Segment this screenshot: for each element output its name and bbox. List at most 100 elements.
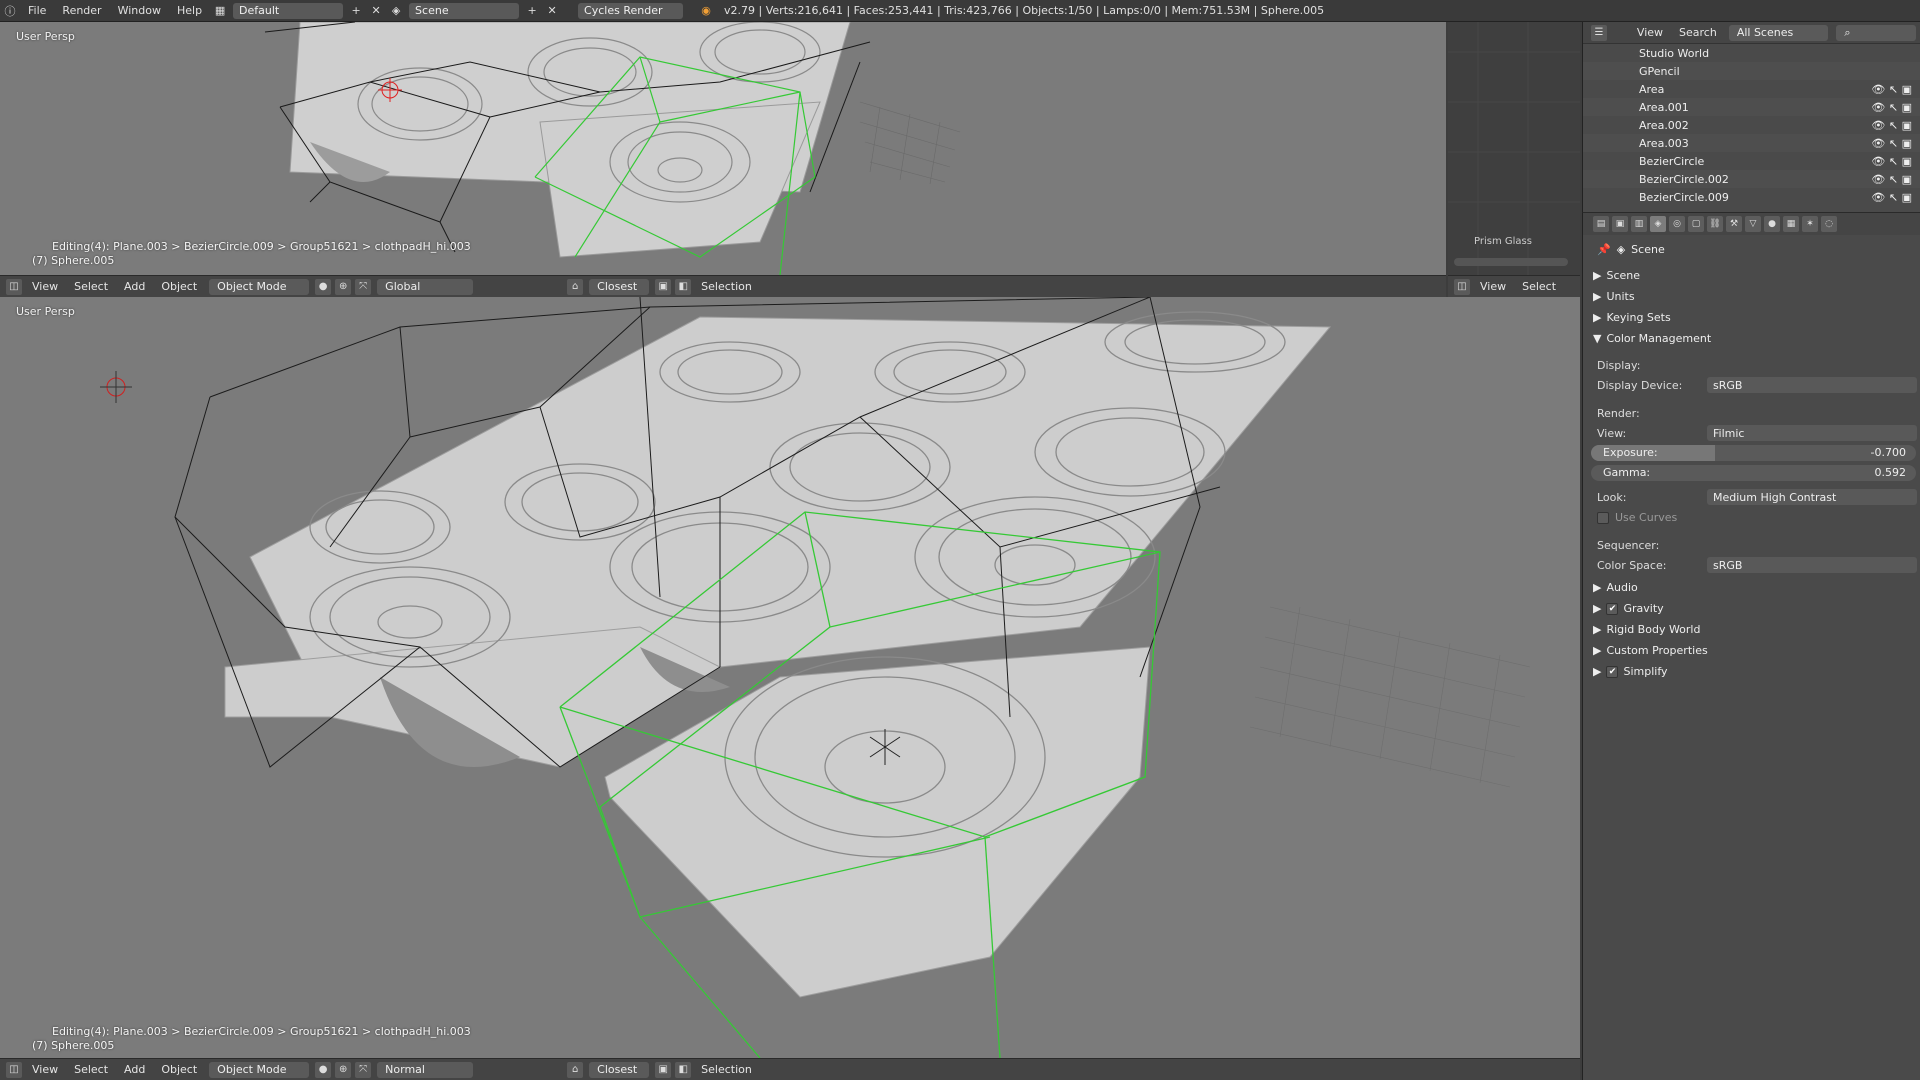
- outliner-item[interactable]: Studio World: [1583, 44, 1920, 62]
- panel-gravity[interactable]: ▶ ✔ Gravity: [1593, 602, 1664, 615]
- data-tab-icon[interactable]: ▽: [1745, 216, 1761, 232]
- mode-selector[interactable]: Object Mode: [209, 278, 310, 295]
- world-tab-icon[interactable]: ◎: [1669, 216, 1685, 232]
- add-layout-icon[interactable]: +: [348, 3, 364, 19]
- editor-type-icon[interactable]: ◫: [6, 278, 22, 295]
- use-curves-checkbox[interactable]: [1597, 511, 1609, 524]
- outliner-search-menu[interactable]: Search: [1671, 26, 1725, 39]
- editor-type-icon-2[interactable]: ◫: [1454, 278, 1470, 295]
- panel-color-management[interactable]: ▼ Color Management: [1593, 332, 1711, 345]
- outliner-scope-selector[interactable]: All Scenes: [1728, 24, 1829, 41]
- visibility-icons[interactable]: 👁 ↖ ▣: [1871, 155, 1912, 168]
- scene-icon[interactable]: ◈: [388, 3, 404, 19]
- panel-audio[interactable]: ▶ Audio: [1593, 581, 1638, 594]
- outliner-view-menu[interactable]: View: [1629, 26, 1671, 39]
- visibility-icons[interactable]: 👁 ↖ ▣: [1871, 173, 1912, 186]
- image-editor[interactable]: Prism Glass: [1448, 22, 1580, 275]
- properties-editor-icon[interactable]: ▤: [1593, 216, 1609, 232]
- menu-file[interactable]: File: [20, 4, 54, 17]
- editor-type-icon-3[interactable]: ◫: [6, 1061, 22, 1078]
- constraints-tab-icon[interactable]: ⛓: [1707, 216, 1723, 232]
- manipulator-icon[interactable]: ⤧: [355, 278, 372, 295]
- add-menu-bottom[interactable]: Add: [116, 1063, 153, 1076]
- view-menu-bottom[interactable]: View: [24, 1063, 66, 1076]
- outliner-item[interactable]: Area.003 👁 ↖ ▣: [1583, 134, 1920, 152]
- particles-tab-icon[interactable]: ✶: [1802, 216, 1818, 232]
- scene-tab-icon[interactable]: ◈: [1650, 216, 1666, 232]
- image-view-menu[interactable]: View: [1472, 280, 1514, 293]
- physics-tab-icon[interactable]: ◌: [1821, 216, 1837, 232]
- shading-icon-bottom[interactable]: ●: [315, 1061, 332, 1078]
- modifiers-tab-icon[interactable]: ⚒: [1726, 216, 1742, 232]
- image-editor-scrollbar[interactable]: [1454, 258, 1568, 266]
- object-menu[interactable]: Object: [153, 280, 205, 293]
- visibility-icons[interactable]: 👁 ↖ ▣: [1871, 119, 1912, 132]
- camera-icon[interactable]: ◧: [675, 278, 692, 295]
- outliner-item[interactable]: Area.002 👁 ↖ ▣: [1583, 116, 1920, 134]
- render-tab-icon[interactable]: ▣: [1612, 216, 1628, 232]
- object-tab-icon[interactable]: ▢: [1688, 216, 1704, 232]
- remove-layout-icon[interactable]: ✕: [368, 3, 384, 19]
- outliner-item[interactable]: BezierCircle 👁 ↖ ▣: [1583, 152, 1920, 170]
- snap-icon[interactable]: ⌂: [567, 278, 584, 295]
- mode-selector-bottom[interactable]: Object Mode: [209, 1061, 310, 1078]
- add-menu[interactable]: Add: [116, 280, 153, 293]
- gravity-checkbox[interactable]: ✔: [1606, 602, 1619, 615]
- object-menu-bottom[interactable]: Object: [153, 1063, 205, 1076]
- gamma-slider[interactable]: Gamma: 0.592: [1591, 465, 1916, 481]
- look-selector[interactable]: Medium High Contrast: [1707, 489, 1917, 505]
- panel-custom-properties[interactable]: ▶ Custom Properties: [1593, 644, 1708, 657]
- outliner-item[interactable]: Area 👁 ↖ ▣: [1583, 80, 1920, 98]
- panel-scene[interactable]: ▶ Scene: [1593, 269, 1640, 282]
- image-select-menu[interactable]: Select: [1514, 280, 1564, 293]
- display-device-selector[interactable]: sRGB: [1707, 377, 1917, 393]
- remove-scene-icon[interactable]: ✕: [544, 3, 560, 19]
- use-curves-toggle[interactable]: Use Curves: [1597, 511, 1677, 524]
- simplify-checkbox[interactable]: ✔: [1606, 665, 1619, 678]
- visibility-icons[interactable]: 👁 ↖ ▣: [1871, 137, 1912, 150]
- viewport-bottom[interactable]: User Persp Editing(4): Plane.003 > Bezie…: [0, 297, 1580, 1058]
- panel-simplify[interactable]: ▶ ✔ Simplify: [1593, 665, 1668, 678]
- render-layers-tab-icon[interactable]: ▥: [1631, 216, 1647, 232]
- render-icon-bottom[interactable]: ▣: [655, 1061, 672, 1078]
- manipulator-icon-bottom[interactable]: ⤧: [355, 1061, 372, 1078]
- layout-icon[interactable]: ▦: [212, 3, 228, 19]
- outliner-editor-icon[interactable]: ☰: [1591, 24, 1607, 41]
- visibility-icons[interactable]: 👁 ↖ ▣: [1871, 191, 1912, 204]
- exposure-slider[interactable]: Exposure: -0.700: [1591, 445, 1916, 461]
- viewport-top[interactable]: User Persp Editing(4): Plane.003 > Bezie…: [0, 22, 1446, 275]
- pivot-icon[interactable]: ⊕: [335, 278, 352, 295]
- outliner-item[interactable]: Area.001 👁 ↖ ▣: [1583, 98, 1920, 116]
- camera-icon-bottom[interactable]: ◧: [675, 1061, 692, 1078]
- outliner-item[interactable]: GPencil: [1583, 62, 1920, 80]
- panel-units[interactable]: ▶ Units: [1593, 290, 1635, 303]
- outliner-item[interactable]: BezierCircle.002 👁 ↖ ▣: [1583, 170, 1920, 188]
- layout-selector[interactable]: Default: [233, 2, 344, 19]
- info-icon[interactable]: ⓘ: [2, 3, 18, 19]
- color-space-selector[interactable]: sRGB: [1707, 557, 1917, 573]
- texture-tab-icon[interactable]: ▦: [1783, 216, 1799, 232]
- pivot-icon-bottom[interactable]: ⊕: [335, 1061, 352, 1078]
- menu-window[interactable]: Window: [110, 4, 169, 17]
- select-menu[interactable]: Select: [66, 280, 116, 293]
- outliner-item[interactable]: BezierCircle.009 👁 ↖ ▣: [1583, 188, 1920, 206]
- view-menu[interactable]: View: [24, 280, 66, 293]
- orientation-selector-bottom[interactable]: Normal: [377, 1061, 474, 1078]
- snap-target-selector[interactable]: Closest: [589, 278, 650, 295]
- scene-selector[interactable]: Scene: [409, 2, 520, 19]
- visibility-icons[interactable]: 👁 ↖ ▣: [1871, 101, 1912, 114]
- snap-target-selector-bottom[interactable]: Closest: [589, 1061, 650, 1078]
- render-icon[interactable]: ▣: [655, 278, 672, 295]
- visibility-icons[interactable]: 👁 ↖ ▣: [1871, 83, 1912, 96]
- material-tab-icon[interactable]: ●: [1764, 216, 1780, 232]
- panel-keying-sets[interactable]: ▶ Keying Sets: [1593, 311, 1671, 324]
- select-menu-bottom[interactable]: Select: [66, 1063, 116, 1076]
- add-scene-icon[interactable]: +: [524, 3, 540, 19]
- menu-help[interactable]: Help: [169, 4, 210, 17]
- pin-icon[interactable]: 📌: [1597, 243, 1611, 256]
- panel-rigid-body-world[interactable]: ▶ Rigid Body World: [1593, 623, 1700, 636]
- orientation-selector[interactable]: Global: [377, 278, 474, 295]
- menu-render[interactable]: Render: [54, 4, 109, 17]
- shading-icon[interactable]: ●: [315, 278, 332, 295]
- render-engine-selector[interactable]: Cycles Render: [578, 2, 684, 19]
